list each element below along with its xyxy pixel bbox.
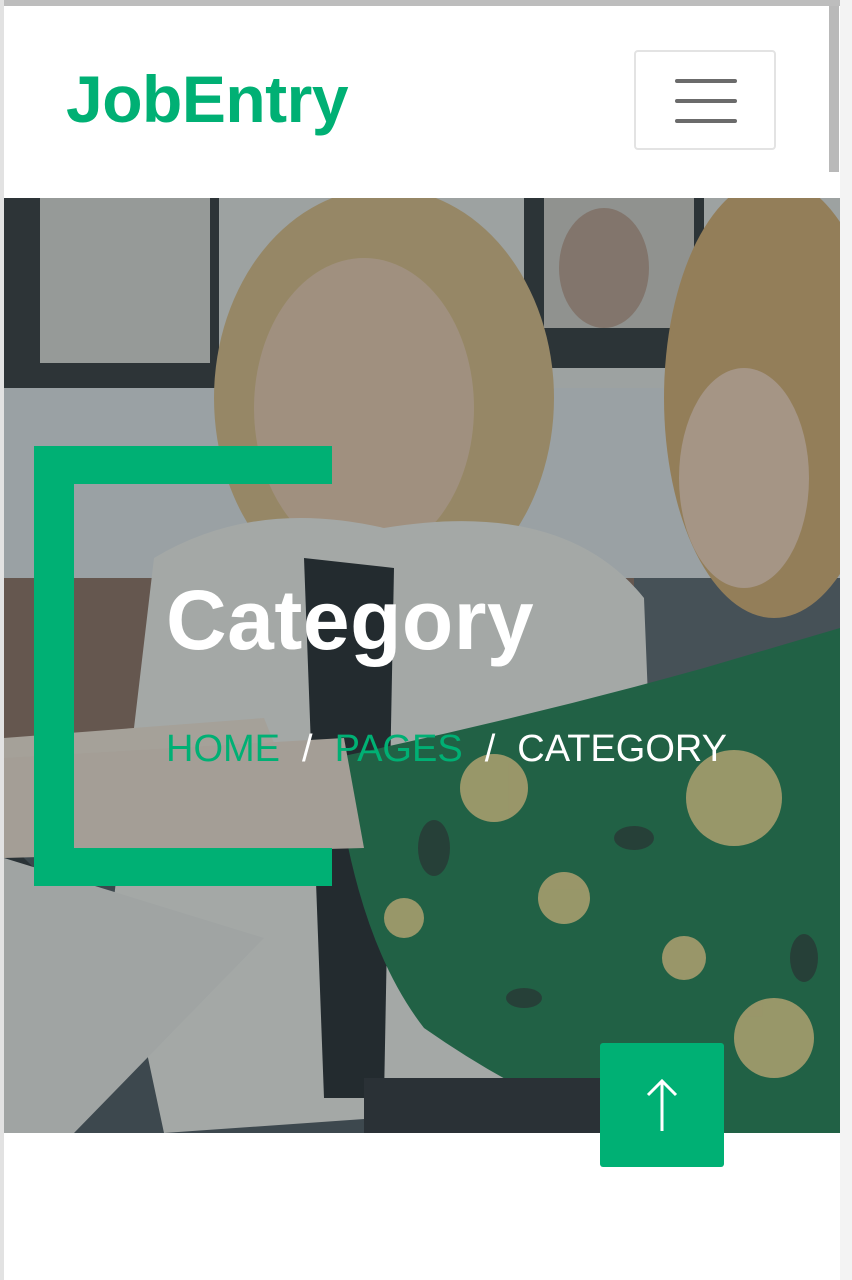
breadcrumb-current: CATEGORY bbox=[517, 728, 727, 770]
page-title: Category bbox=[166, 573, 535, 667]
hamburger-menu-icon bbox=[675, 79, 737, 83]
navbar: JobEntry bbox=[4, 6, 829, 198]
page-header-hero: Category HOME / PAGES / CATEGORY bbox=[4, 198, 840, 1133]
breadcrumb-separator: / bbox=[484, 728, 496, 770]
scrollbar-track[interactable] bbox=[840, 0, 852, 1280]
back-to-top-button[interactable] bbox=[600, 1043, 724, 1167]
hamburger-menu-icon-line bbox=[675, 119, 737, 123]
scrollbar-thumb[interactable] bbox=[829, 6, 839, 172]
breadcrumb: HOME / PAGES / CATEGORY bbox=[166, 730, 727, 768]
page: JobEntry Category HOME / PAGES / CATEGOR… bbox=[0, 0, 852, 1280]
navbar-toggler-button[interactable] bbox=[634, 50, 776, 150]
breadcrumb-separator: / bbox=[302, 728, 313, 770]
breadcrumb-home-link[interactable]: HOME bbox=[166, 730, 280, 768]
breadcrumb-pages-link[interactable]: PAGES bbox=[335, 730, 463, 768]
hamburger-menu-icon-line bbox=[675, 99, 737, 103]
arrow-up-icon bbox=[646, 1078, 678, 1131]
brand-logo[interactable]: JobEntry bbox=[66, 66, 349, 132]
